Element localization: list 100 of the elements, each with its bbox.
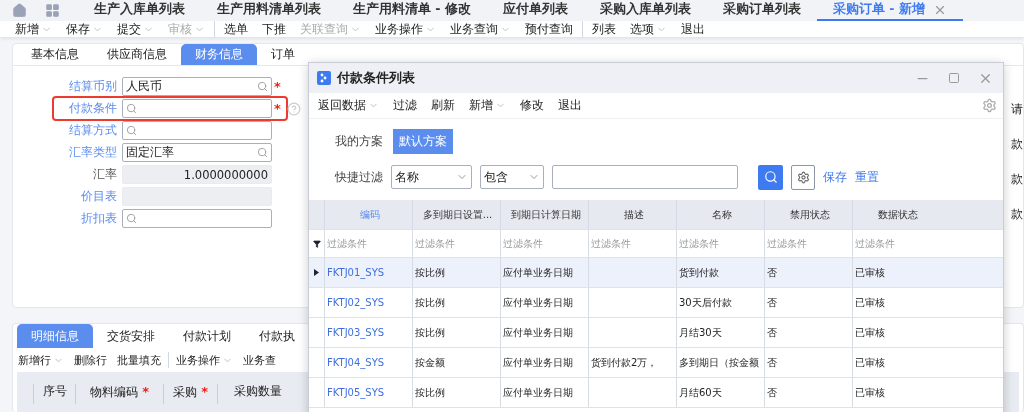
table-row[interactable]: FKTJ04_SYS 按金额 应付单业务日期 货到付款2万， 多到期日（按金额 否 已审核 [309, 348, 1003, 378]
input-field[interactable] [552, 165, 738, 189]
page-tab[interactable]: 生产用料清单 - 修改 [337, 0, 487, 21]
maximize-icon[interactable] [948, 72, 960, 84]
table-cell: 月结30天 [676, 318, 764, 347]
input-field[interactable]: 固定汇率 [122, 143, 272, 162]
filter-label: 快捷过滤 [335, 169, 383, 185]
table-row[interactable]: FKTJ01_SYS 按比例 应付单业务日期 货到付款 否 已审核 [309, 258, 1003, 288]
toolbar-button[interactable]: 选单 [217, 21, 255, 37]
table-cell: 应付单业务日期 [500, 288, 588, 317]
column-header: 采购数量 [217, 384, 297, 404]
app-logo-icon [317, 71, 331, 85]
table-cell: 应付单业务日期 [500, 378, 588, 407]
toolbar-button[interactable]: 过滤 [386, 98, 424, 113]
column-header[interactable]: 到期日计算日期 [500, 200, 588, 229]
toolbar-button[interactable]: 下推 [255, 21, 293, 37]
required-mark: * [200, 384, 209, 399]
settings-button[interactable] [791, 164, 815, 190]
toolbar-button[interactable]: 新增 [462, 98, 513, 113]
toolbar-button[interactable]: 修改 [513, 98, 551, 113]
toolbar-button[interactable]: 列表 [585, 21, 623, 37]
column-header[interactable]: 多到期日设置... [412, 200, 500, 229]
table-cell: 按比例 [412, 378, 500, 407]
field-label: 款 [1011, 207, 1023, 222]
table-cell: 已审核 [852, 318, 940, 347]
table-cell: 按比例 [412, 318, 500, 347]
page-tab[interactable]: 生产用料清单列表 [201, 0, 337, 21]
toolbar-button[interactable]: 业务查 [238, 352, 281, 368]
search-button[interactable] [758, 164, 783, 190]
search-icon [126, 125, 137, 136]
search-icon [257, 147, 268, 158]
page-tab[interactable]: 采购入库单列表 [583, 0, 707, 21]
code-link[interactable]: FKTJ03_SYS [324, 318, 412, 347]
column-header[interactable]: 描述 [588, 200, 676, 229]
column-header[interactable]: 禁用状态 [764, 200, 852, 229]
code-link[interactable]: FKTJ04_SYS [324, 348, 412, 377]
code-link[interactable]: FKTJ02_SYS [324, 288, 412, 317]
toolbar-button[interactable]: 新增行 [13, 352, 69, 368]
action-link[interactable]: 重置 [855, 169, 879, 185]
help-icon[interactable] [286, 101, 301, 116]
toolbar-button[interactable]: 批量填充 [112, 352, 166, 368]
detail-tab[interactable]: 交货安排 [93, 324, 169, 348]
toolbar-button[interactable]: 新增 [8, 21, 59, 37]
detail-tab[interactable]: 付款计划 [169, 324, 245, 348]
grid-icon[interactable] [45, 3, 60, 18]
toolbar-button[interactable]: 保存 [59, 21, 110, 37]
page-tab[interactable]: 生产入库单列表 [78, 0, 201, 21]
toolbar-button[interactable]: 退出 [674, 21, 712, 37]
table-cell: 已审核 [852, 378, 940, 407]
code-link[interactable]: FKTJ05_SYS [324, 378, 412, 407]
required-mark: * [274, 79, 281, 94]
toolbar-button[interactable]: 删除行 [69, 352, 112, 368]
input-field[interactable] [122, 99, 272, 118]
form-tab[interactable]: 订单 [257, 44, 309, 65]
column-header[interactable]: 名称 [676, 200, 764, 229]
table-cell: 应付单业务日期 [500, 258, 588, 287]
form-tab[interactable]: 基本信息 [17, 44, 93, 65]
table-cell: 否 [764, 378, 852, 407]
field-label: 款 [1011, 172, 1023, 187]
table-cell: 30天后付款 [676, 288, 764, 317]
required-mark: * [274, 101, 281, 116]
field-label: 款 [1011, 137, 1023, 152]
field-select[interactable]: 名称 [391, 165, 472, 189]
table-cell: 月结60天 [676, 378, 764, 407]
scheme-label: 我的方案 [335, 133, 383, 149]
table-cell: 按比例 [412, 288, 500, 317]
code-link[interactable]: FKTJ01_SYS [324, 258, 412, 287]
toolbar-button[interactable]: 刷新 [424, 98, 462, 113]
toolbar-button[interactable]: 提交 [110, 21, 161, 37]
toolbar-button[interactable]: 业务操作 [171, 352, 238, 368]
toolbar-button[interactable]: 业务操作 [368, 21, 443, 37]
toolbar-button[interactable]: 返回数据 [311, 98, 386, 113]
search-icon [257, 81, 268, 92]
settings-icon[interactable] [982, 98, 997, 113]
input-field[interactable] [122, 209, 272, 228]
operator-select[interactable]: 包含 [480, 165, 544, 189]
toolbar-button[interactable]: 预付查询 [518, 21, 580, 37]
input-field[interactable] [122, 121, 272, 140]
table-cell: 货到付款2万， [588, 348, 676, 377]
form-tab[interactable]: 供应商信息 [93, 44, 181, 65]
toolbar-button[interactable]: 业务查询 [443, 21, 518, 37]
page-tab[interactable]: 应付单列表 [486, 0, 584, 21]
table-cell: 应付单业务日期 [500, 318, 588, 347]
settings-icon [796, 170, 810, 184]
column-header[interactable]: 数据状态 [852, 200, 940, 229]
toolbar-button[interactable]: 退出 [551, 98, 589, 113]
table-row[interactable]: FKTJ05_SYS 按比例 应付单业务日期 月结60天 否 已审核 [309, 378, 1003, 408]
input-field: 1.0000000000 [122, 165, 272, 184]
input-field[interactable]: 人民币 [122, 77, 272, 96]
page-tab[interactable]: 采购订单列表 [706, 0, 817, 21]
detail-tab[interactable]: 付款执 [245, 324, 309, 348]
home-icon[interactable] [12, 3, 27, 18]
table-cell: 否 [764, 318, 852, 347]
search-icon [126, 213, 137, 224]
search-icon [126, 103, 137, 114]
table-row[interactable]: FKTJ02_SYS 按比例 应付单业务日期 30天后付款 否 已审核 [309, 288, 1003, 318]
toolbar-button[interactable]: 选项 [623, 21, 674, 37]
action-link[interactable]: 保存 [823, 169, 847, 185]
table-row[interactable]: FKTJ03_SYS 按比例 应付单业务日期 月结30天 否 已审核 [309, 318, 1003, 348]
column-header: 序号 [33, 384, 75, 404]
